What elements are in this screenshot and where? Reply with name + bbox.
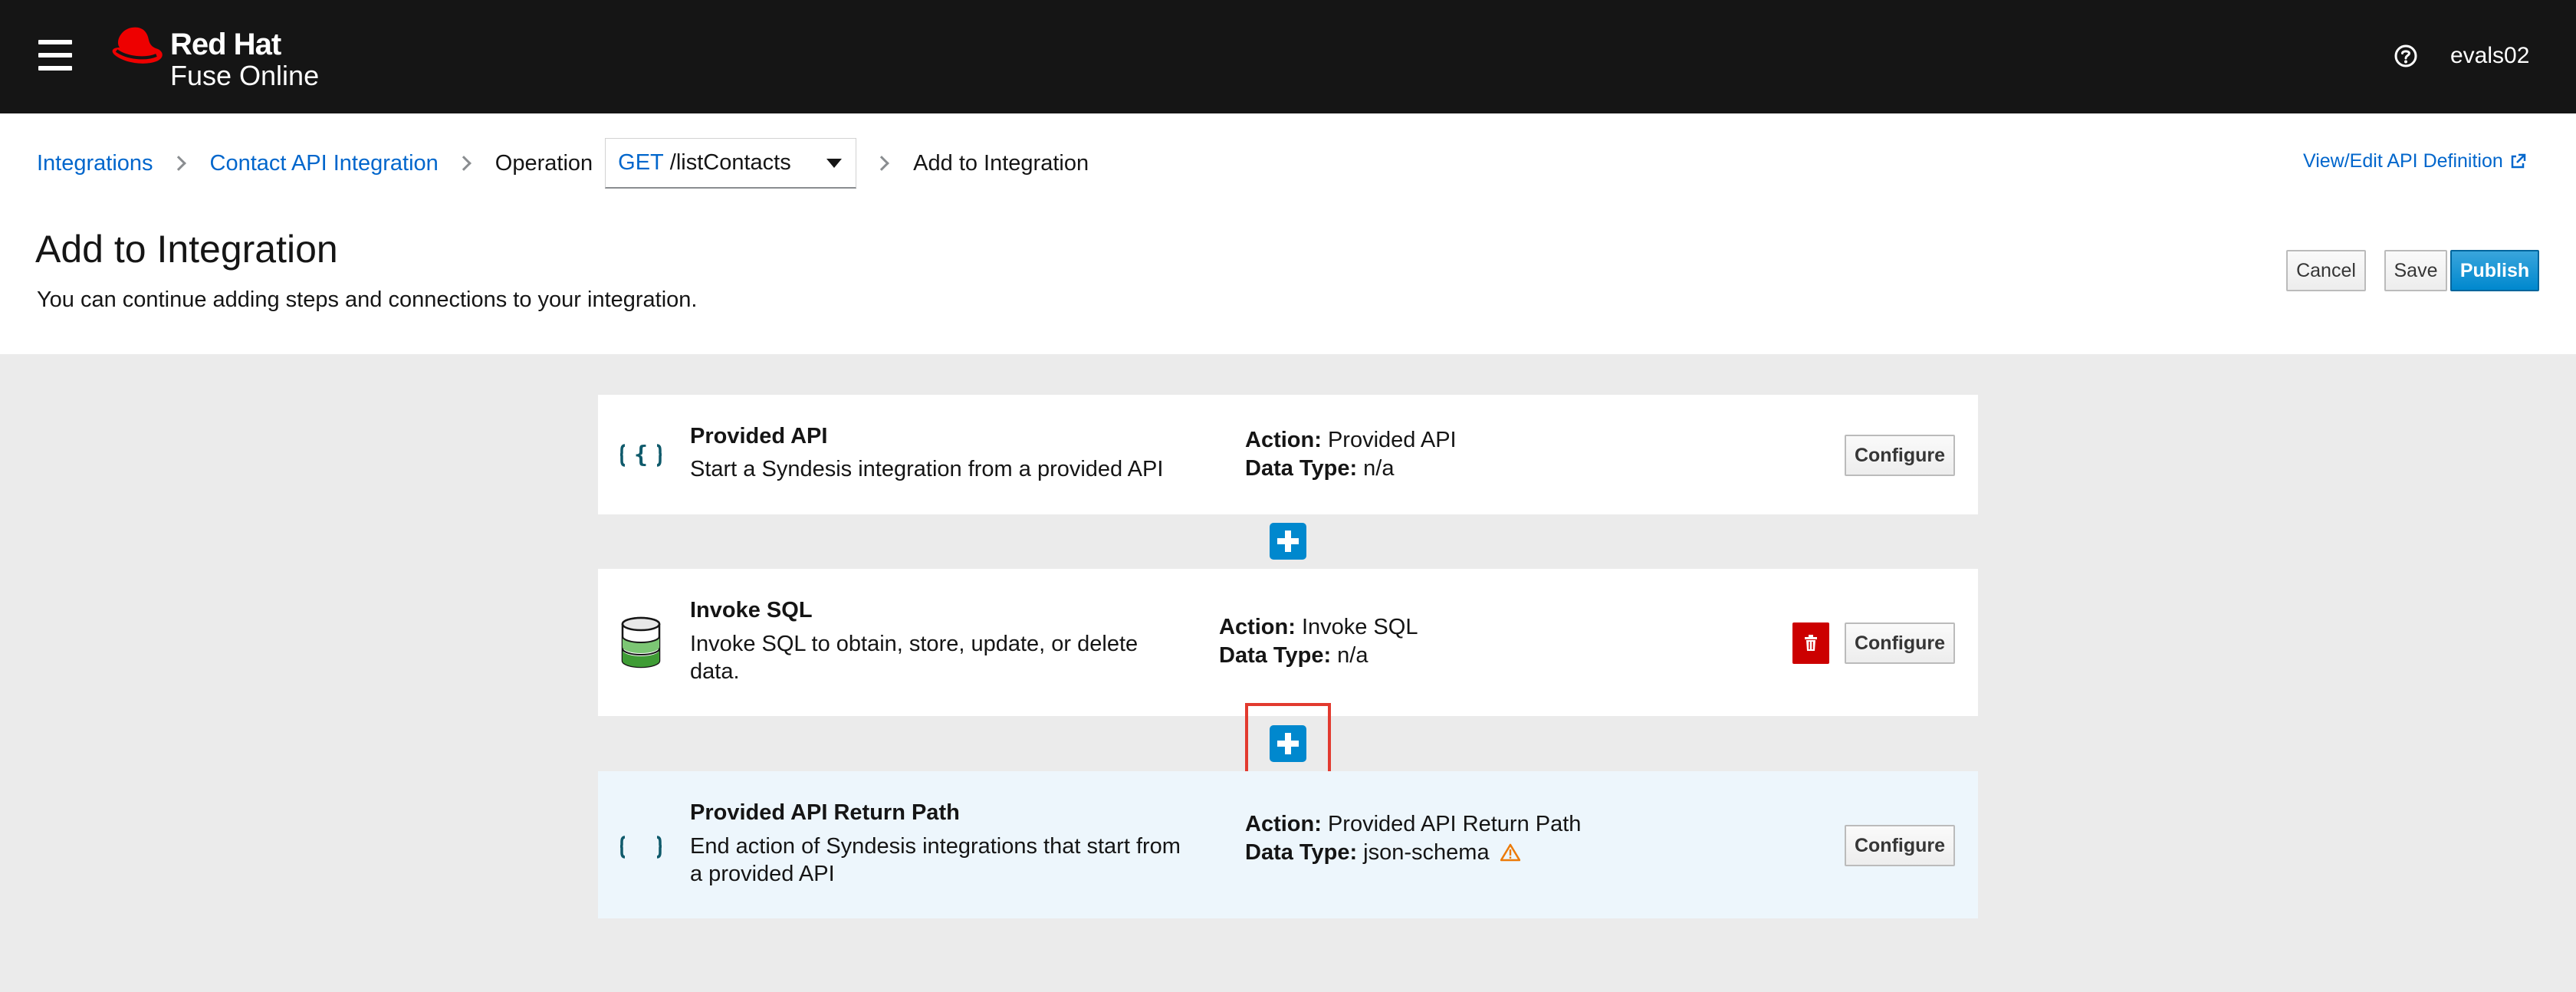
datatype-label: Data Type: [1245, 840, 1358, 865]
database-icon [621, 616, 661, 668]
page-title: Add to Integration [35, 228, 338, 271]
breadcrumb-integration-link[interactable]: Contact API Integration [210, 151, 439, 176]
api-link-label: View/Edit API Definition [2303, 150, 2503, 172]
step-description: Start a Syndesis integration from a prov… [690, 457, 1164, 481]
breadcrumb-separator-icon [874, 156, 890, 171]
step-name: Provided API [690, 424, 828, 448]
datatype-value: json-schema [1363, 840, 1490, 865]
action-label: Action: [1245, 812, 1322, 836]
breadcrumb-separator-icon [170, 156, 186, 171]
trash-icon [1805, 635, 1817, 651]
view-edit-api-definition-link[interactable]: View/Edit API Definition [2303, 150, 2526, 172]
publish-button[interactable]: Publish [2450, 250, 2539, 291]
question-circle-icon[interactable] [2394, 44, 2418, 68]
operation-select[interactable]: GET /listContacts [605, 138, 857, 189]
step-meta: Action: Provided API Return Path Data Ty… [1245, 810, 1581, 867]
step-meta: Action: Invoke SQL Data Type: n/a [1219, 613, 1418, 670]
breadcrumb-current: Add to Integration [913, 150, 1089, 176]
action-value: Invoke SQL [1301, 615, 1418, 639]
api-braces-icon [619, 836, 662, 859]
operation-method: GET [618, 150, 664, 175]
user-menu[interactable]: evals02 [2450, 43, 2529, 69]
action-label: Action: [1245, 428, 1322, 452]
brand-logo[interactable]: Red Hat Fuse Online [109, 23, 354, 92]
datatype-value: n/a [1363, 456, 1395, 481]
step-invoke-sql: Invoke SQL Invoke SQL to obtain, store, … [598, 569, 1978, 716]
breadcrumb-integrations-link[interactable]: Integrations [37, 151, 153, 176]
step-name: Invoke SQL [690, 598, 813, 622]
svg-text:{: { [634, 442, 648, 468]
breadcrumb: Integrations Contact API Integration Ope… [37, 138, 1089, 189]
breadcrumb-separator-icon [455, 156, 472, 171]
configure-button[interactable]: Configure [1845, 435, 1955, 476]
red-hat-logo-icon [112, 27, 163, 64]
step-provided-api: { Provided API Start a Syndesis integrat… [598, 395, 1978, 514]
external-link-icon [2511, 153, 2526, 168]
datatype-value: n/a [1337, 643, 1368, 668]
step-meta: Action: Provided API Data Type: n/a [1245, 426, 1457, 483]
datatype-label: Data Type: [1245, 456, 1358, 481]
step-name: Provided API Return Path [690, 800, 960, 825]
action-label: Action: [1219, 615, 1296, 639]
step-provided-api-return-path: Provided API Return Path End action of S… [598, 771, 1978, 918]
hamburger-menu-icon[interactable] [38, 40, 72, 71]
save-button[interactable]: Save [2384, 250, 2447, 291]
breadcrumb-operation-label: Operation [495, 150, 593, 176]
api-braces-icon: { [619, 442, 662, 468]
action-value: Provided API [1327, 428, 1457, 452]
step-description: End action of Syndesis integrations that… [690, 834, 1181, 886]
masthead: Red Hat Fuse Online evals02 [0, 0, 2576, 113]
delete-step-button[interactable] [1792, 622, 1829, 664]
warning-triangle-icon[interactable] [1500, 843, 1520, 862]
action-value: Provided API Return Path [1327, 812, 1582, 836]
datatype-label: Data Type: [1219, 643, 1332, 668]
cancel-button[interactable]: Cancel [2286, 250, 2366, 291]
brand-name: Red Hat [170, 28, 281, 61]
configure-button[interactable]: Configure [1845, 622, 1955, 664]
step-description: Invoke SQL to obtain, store, update, or … [690, 632, 1138, 684]
configure-button[interactable]: Configure [1845, 825, 1955, 866]
operation-path: /listContacts [669, 150, 791, 175]
page-subtitle: You can continue adding steps and connec… [37, 287, 698, 312]
caret-down-icon [826, 158, 843, 168]
add-step-button[interactable] [1270, 523, 1306, 560]
product-name: Fuse Online [170, 60, 320, 91]
